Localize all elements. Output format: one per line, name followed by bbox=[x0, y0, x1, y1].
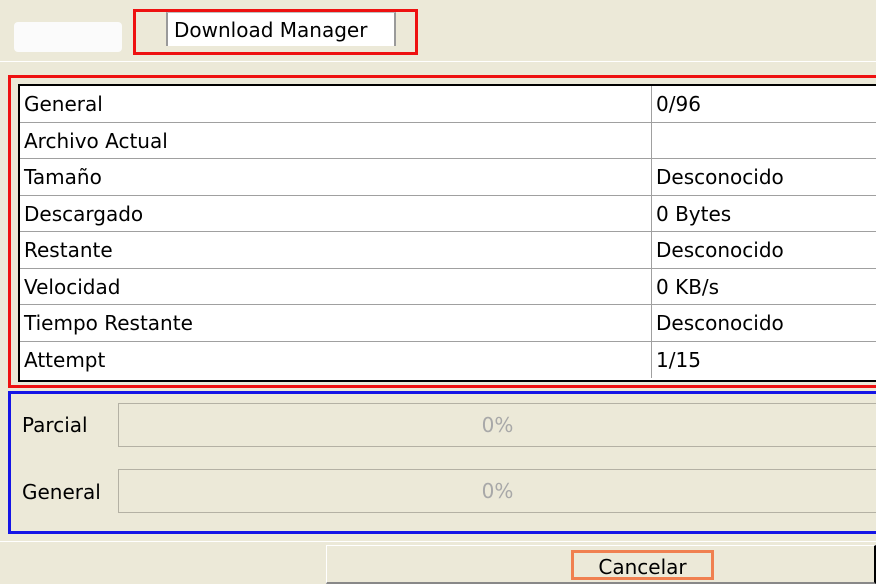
progress-bar-parcial: 0% bbox=[118, 403, 876, 447]
info-value-tamano: Desconocido bbox=[651, 159, 784, 195]
download-info-table: General 0/96 Archivo Actual Tamaño Desco… bbox=[18, 84, 876, 382]
info-row-velocidad: Velocidad 0 KB/s bbox=[20, 268, 876, 305]
progress-bar-general: 0% bbox=[118, 469, 876, 513]
cancel-button[interactable]: Cancelar bbox=[326, 545, 876, 584]
info-label-tiempo-restante: Tiempo Restante bbox=[24, 311, 193, 335]
info-label-attempt: Attempt bbox=[24, 347, 106, 372]
tab-download-manager[interactable]: Download Manager bbox=[166, 12, 396, 46]
info-row-archivo-actual: Archivo Actual bbox=[20, 122, 876, 159]
bottom-separator bbox=[0, 541, 876, 542]
progress-label-general: General bbox=[22, 480, 101, 504]
info-label-archivo-actual: Archivo Actual bbox=[24, 128, 168, 153]
info-label-general: General bbox=[24, 92, 103, 116]
info-value-tiempo-restante: Desconocido bbox=[651, 305, 784, 341]
info-value-archivo-actual bbox=[651, 122, 656, 158]
info-label-descargado: Descargado bbox=[24, 201, 144, 226]
info-value-descargado: 0 Bytes bbox=[651, 195, 731, 231]
info-row-general: General 0/96 bbox=[20, 86, 876, 123]
tab-download-manager-label: Download Manager bbox=[174, 18, 368, 42]
progress-label-parcial: Parcial bbox=[22, 413, 88, 437]
info-row-tiempo-restante: Tiempo Restante Desconocido bbox=[20, 305, 876, 342]
info-value-general: 0/96 bbox=[651, 86, 701, 122]
progress-percent-general: 0% bbox=[481, 479, 514, 503]
info-label-restante: Restante bbox=[24, 238, 113, 262]
info-row-descargado: Descargado 0 Bytes bbox=[20, 195, 876, 232]
tab-strip: Download Manager bbox=[0, 0, 876, 62]
info-value-velocidad: 0 KB/s bbox=[651, 268, 719, 304]
info-row-tamano: Tamaño Desconocido bbox=[20, 159, 876, 196]
info-row-restante: Restante Desconocido bbox=[20, 232, 876, 269]
info-value-attempt: 1/15 bbox=[651, 341, 701, 378]
tab-blank[interactable] bbox=[14, 22, 122, 52]
progress-percent-parcial: 0% bbox=[481, 413, 514, 437]
info-label-tamano: Tamaño bbox=[24, 165, 102, 189]
cancel-button-label: Cancelar bbox=[571, 550, 714, 580]
info-label-velocidad: Velocidad bbox=[24, 274, 121, 299]
info-value-restante: Desconocido bbox=[651, 232, 784, 268]
tab-separator bbox=[0, 61, 876, 62]
info-row-attempt: Attempt 1/15 bbox=[20, 341, 876, 378]
